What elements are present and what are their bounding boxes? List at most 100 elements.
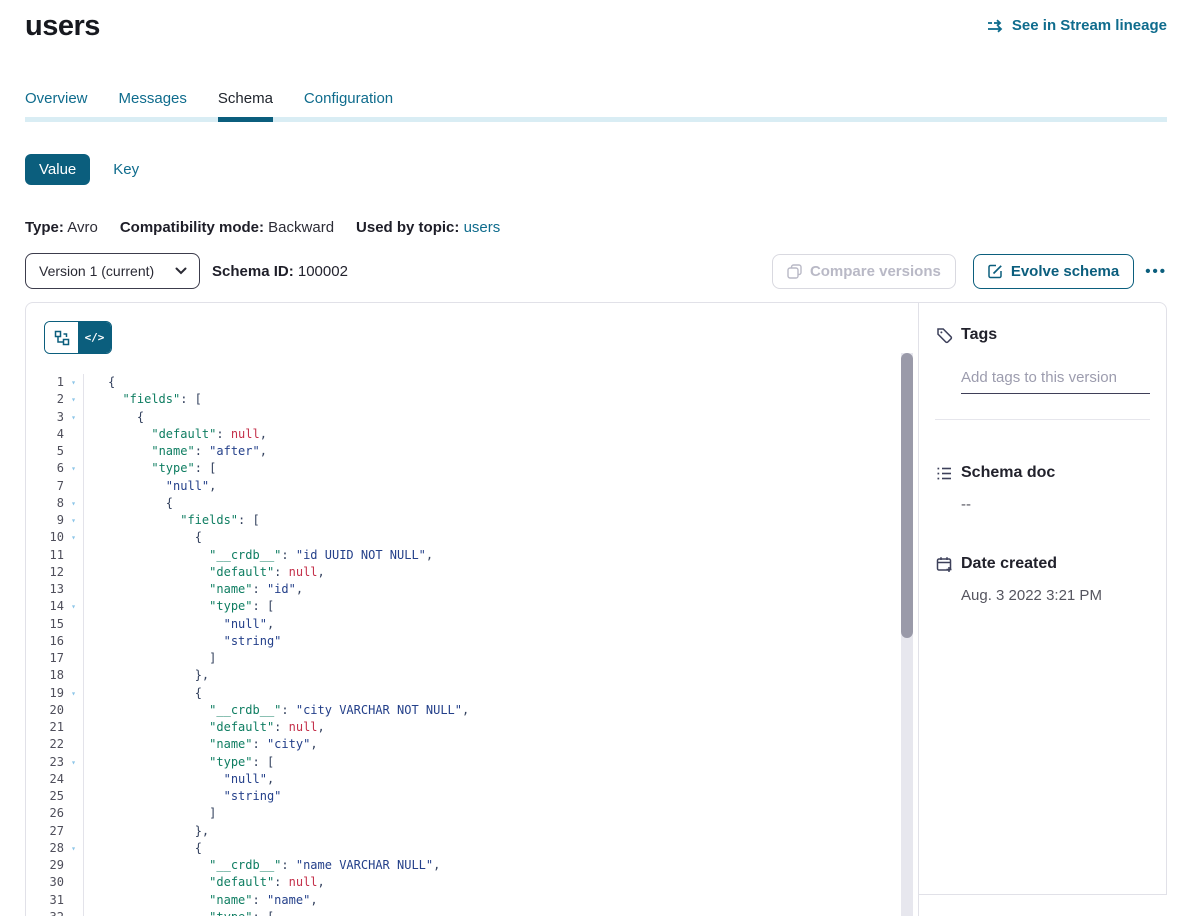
code-text: "default": null,: [83, 874, 918, 891]
fold-spacer: [64, 823, 83, 840]
fold-arrow-icon[interactable]: ▾: [64, 512, 83, 529]
tab-overview[interactable]: Overview: [25, 90, 88, 122]
code-text: "__crdb__": "name VARCHAR NULL",: [83, 857, 918, 874]
tab-configuration[interactable]: Configuration: [304, 90, 393, 122]
code-text: "type": [: [83, 909, 918, 916]
version-select-value: Version 1 (current): [39, 263, 154, 279]
line-number: 25: [26, 788, 64, 805]
schema-content: </> 1▾{2▾"fields": [3▾{4"default": null,…: [25, 302, 1167, 916]
line-number: 13: [26, 581, 64, 598]
code-text: "default": null,: [83, 719, 918, 736]
schema-editor-card: </> 1▾{2▾"fields": [3▾{4"default": null,…: [25, 302, 919, 916]
line-number: 30: [26, 874, 64, 891]
code-line: 24"null",: [26, 771, 918, 788]
fold-spacer: [64, 650, 83, 667]
fold-arrow-icon[interactable]: ▾: [64, 391, 83, 408]
calendar-icon: [936, 555, 961, 578]
code-line: 21 "default": null,: [26, 719, 918, 736]
fold-spacer: [64, 805, 83, 822]
code-text: "null",: [83, 616, 918, 633]
fold-arrow-icon[interactable]: ▾: [64, 909, 83, 916]
line-number: 32: [26, 909, 64, 916]
line-number: 7: [26, 478, 64, 495]
code-line: 4"default": null,: [26, 426, 918, 443]
code-line: 17]: [26, 650, 918, 667]
value-toggle-button[interactable]: Value: [25, 154, 90, 185]
fold-arrow-icon[interactable]: ▾: [64, 374, 83, 391]
line-number: 4: [26, 426, 64, 443]
version-select[interactable]: Version 1 (current): [25, 253, 200, 289]
code-text: ]: [83, 650, 918, 667]
fold-spacer: [64, 633, 83, 650]
schema-doc-heading: Schema doc: [961, 464, 1150, 487]
editor-scrollbar-thumb[interactable]: [901, 353, 913, 638]
line-number: 26: [26, 805, 64, 822]
date-created-heading: Date created: [961, 555, 1150, 578]
list-icon: [936, 464, 961, 487]
code-line: 16"string": [26, 633, 918, 650]
fold-arrow-icon[interactable]: ▾: [64, 460, 83, 477]
code-line: 28▾{: [26, 840, 918, 857]
fold-arrow-icon[interactable]: ▾: [64, 495, 83, 512]
fold-spacer: [64, 702, 83, 719]
compare-versions-button[interactable]: Compare versions: [772, 254, 956, 289]
line-number: 31: [26, 892, 64, 909]
line-number: 21: [26, 719, 64, 736]
sidebar-divider: [935, 419, 1150, 420]
code-line: 13"name": "id",: [26, 581, 918, 598]
line-number: 2: [26, 391, 64, 408]
schema-page: users See in Stream lineage Overview Mes…: [0, 0, 1189, 916]
line-number: 19: [26, 685, 64, 702]
code-text: "name": "city",: [83, 736, 918, 753]
code-text: "default": null,: [83, 564, 918, 581]
date-created-value: Aug. 3 2022 3:21 PM: [961, 587, 1150, 604]
line-number: 16: [26, 633, 64, 650]
used-by-topic-link[interactable]: users: [464, 219, 501, 236]
fold-arrow-icon[interactable]: ▾: [64, 754, 83, 771]
fold-arrow-icon[interactable]: ▾: [64, 685, 83, 702]
compare-versions-label: Compare versions: [810, 263, 941, 280]
code-line: 25"string": [26, 788, 918, 805]
code-line: 29"__crdb__": "name VARCHAR NULL",: [26, 857, 918, 874]
code-text: "type": [: [83, 460, 918, 477]
code-line: 7"null",: [26, 478, 918, 495]
fold-spacer: [64, 547, 83, 564]
code-line: 32▾"type": [: [26, 909, 918, 916]
evolve-schema-button[interactable]: Evolve schema: [973, 254, 1134, 289]
tab-schema[interactable]: Schema: [218, 90, 273, 122]
code-line: 12 "default": null,: [26, 564, 918, 581]
schema-id-value: 100002: [298, 263, 348, 280]
stream-lineage-label: See in Stream lineage: [1012, 17, 1167, 34]
code-text: {: [83, 495, 918, 512]
key-toggle-button[interactable]: Key: [113, 154, 139, 185]
fold-spacer: [64, 667, 83, 684]
schema-type-value: Avro: [67, 219, 98, 236]
code-text: "name": "after",: [83, 443, 918, 460]
code-text: },: [83, 823, 918, 840]
code-text: ]: [83, 805, 918, 822]
code-line: 23▾"type": [: [26, 754, 918, 771]
tags-heading: Tags: [961, 326, 1150, 349]
code-text: "type": [: [83, 754, 918, 771]
tree-view-button[interactable]: [45, 322, 78, 353]
fold-arrow-icon[interactable]: ▾: [64, 409, 83, 426]
date-created-section: Date created Aug. 3 2022 3:21 PM: [919, 555, 1166, 604]
fold-spacer: [64, 874, 83, 891]
code-line: 2▾"fields": [: [26, 391, 918, 408]
stream-lineage-link[interactable]: See in Stream lineage: [987, 17, 1167, 34]
fold-arrow-icon[interactable]: ▾: [64, 598, 83, 615]
line-number: 27: [26, 823, 64, 840]
code-text: "__crdb__": "id UUID NOT NULL",: [83, 547, 918, 564]
code-view-button[interactable]: </>: [78, 322, 111, 353]
editor-scrollbar[interactable]: [901, 353, 913, 916]
fold-arrow-icon[interactable]: ▾: [64, 529, 83, 546]
fold-arrow-icon[interactable]: ▾: [64, 840, 83, 857]
code-line: 1▾{: [26, 374, 918, 391]
fold-spacer: [64, 857, 83, 874]
more-options-button[interactable]: •••: [1145, 263, 1167, 280]
line-number: 17: [26, 650, 64, 667]
tab-messages[interactable]: Messages: [119, 90, 187, 122]
tags-input[interactable]: [961, 369, 1150, 394]
schema-meta: Type: Avro Compatibility mode: Backward …: [25, 219, 1167, 236]
line-number: 12: [26, 564, 64, 581]
